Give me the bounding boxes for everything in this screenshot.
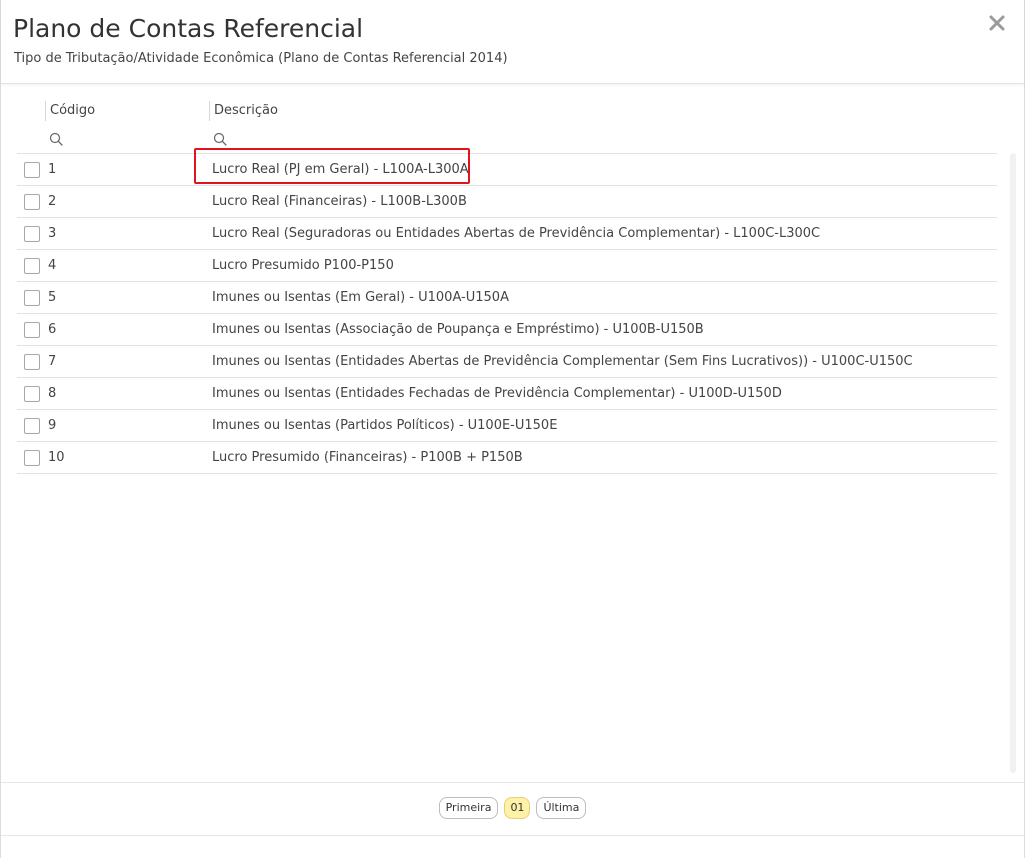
row-checkbox[interactable] (24, 258, 40, 274)
row-code: 9 (48, 418, 57, 433)
table-row[interactable]: 10 Lucro Presumido (Financeiras) - P100B… (17, 441, 997, 474)
row-description[interactable]: Imunes ou Isentas (Entidades Abertas de … (212, 346, 913, 377)
row-code: 1 (48, 162, 57, 177)
row-checkbox[interactable] (24, 450, 40, 466)
row-code: 7 (48, 354, 57, 369)
row-code: 10 (48, 450, 65, 465)
row-code: 2 (48, 194, 57, 209)
table-row[interactable]: 8 Imunes ou Isentas (Entidades Fechadas … (17, 377, 997, 409)
modal-title: Plano de Contas Referencial (13, 14, 364, 43)
current-page-button[interactable]: 01 (504, 797, 531, 819)
search-icon[interactable] (49, 131, 63, 146)
accounts-table: 1 Lucro Real (PJ em Geral) - L100A-L300A… (17, 153, 997, 474)
row-description[interactable]: Lucro Real (Seguradoras ou Entidades Abe… (212, 218, 820, 249)
row-code: 8 (48, 386, 57, 401)
row-checkbox[interactable] (24, 354, 40, 370)
row-description[interactable]: Imunes ou Isentas (Partidos Políticos) -… (212, 410, 557, 441)
pagination: Primeira 01 Última (1, 797, 1024, 819)
row-description[interactable]: Lucro Presumido (Financeiras) - P100B + … (212, 442, 523, 473)
table-row[interactable]: 3 Lucro Real (Seguradoras ou Entidades A… (17, 217, 997, 249)
row-checkbox[interactable] (24, 290, 40, 306)
row-description[interactable]: Imunes ou Isentas (Associação de Poupanç… (212, 314, 704, 345)
row-description[interactable]: Lucro Real (PJ em Geral) - L100A-L300A (212, 154, 469, 185)
row-code: 5 (48, 290, 57, 305)
row-checkbox[interactable] (24, 386, 40, 402)
row-code: 3 (48, 226, 57, 241)
last-page-button[interactable]: Última (536, 797, 587, 819)
modal-header: Plano de Contas Referencial Tipo de Trib… (1, 0, 1024, 84)
row-description[interactable]: Lucro Real (Financeiras) - L100B-L300B (212, 186, 467, 217)
row-description[interactable]: Imunes ou Isentas (Em Geral) - U100A-U15… (212, 282, 509, 313)
row-code: 6 (48, 322, 57, 337)
plano-contas-modal: Plano de Contas Referencial Tipo de Trib… (0, 0, 1025, 858)
table-row[interactable]: 5 Imunes ou Isentas (Em Geral) - U100A-U… (17, 281, 997, 313)
row-description[interactable]: Imunes ou Isentas (Entidades Fechadas de… (212, 378, 782, 409)
row-description[interactable]: Lucro Presumido P100-P150 (212, 250, 394, 281)
table-row[interactable]: 1 Lucro Real (PJ em Geral) - L100A-L300A (17, 153, 997, 185)
column-header-descricao[interactable]: Descrição (209, 101, 278, 121)
table-row[interactable]: 6 Imunes ou Isentas (Associação de Poupa… (17, 313, 997, 345)
table-scrollbar[interactable] (1010, 153, 1016, 773)
row-checkbox[interactable] (24, 226, 40, 242)
row-checkbox[interactable] (24, 194, 40, 210)
close-icon[interactable] (986, 12, 1008, 34)
table-row[interactable]: 4 Lucro Presumido P100-P150 (17, 249, 997, 281)
first-page-button[interactable]: Primeira (438, 797, 499, 819)
row-checkbox[interactable] (24, 322, 40, 338)
table-row[interactable]: 9 Imunes ou Isentas (Partidos Políticos)… (17, 409, 997, 441)
pagination-footer: Primeira 01 Última (1, 782, 1024, 836)
row-checkbox[interactable] (24, 418, 40, 434)
column-header-codigo[interactable]: Código (45, 101, 95, 121)
table-row[interactable]: 7 Imunes ou Isentas (Entidades Abertas d… (17, 345, 997, 377)
row-code: 4 (48, 258, 57, 273)
row-checkbox[interactable] (24, 162, 40, 178)
table-row[interactable]: 2 Lucro Real (Financeiras) - L100B-L300B (17, 185, 997, 217)
modal-subtitle: Tipo de Tributação/Atividade Econômica (… (14, 51, 508, 66)
search-icon[interactable] (213, 131, 227, 146)
